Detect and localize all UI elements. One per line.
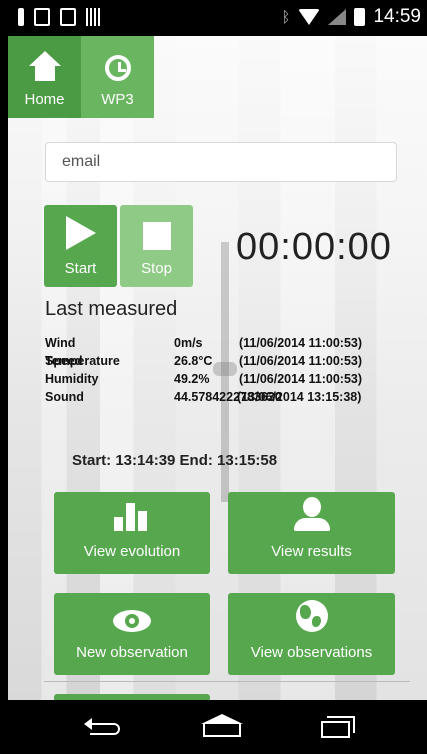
clipboard-icon xyxy=(60,8,76,26)
session-times: Start: 13:14:39 End: 13:15:58 xyxy=(72,452,278,469)
eye-icon xyxy=(113,610,151,632)
stop-icon xyxy=(142,222,171,250)
divider xyxy=(44,681,410,682)
app-screen: Home WP3 Start Stop 00:00:00 Last measur… xyxy=(8,36,427,700)
bar-chart-icon xyxy=(114,503,150,531)
notification-icons xyxy=(18,8,100,26)
view-evolution-label: View evolution xyxy=(83,543,181,560)
reading-timestamp: (13/06/2014 13:15:38) xyxy=(237,390,362,404)
tab-wp3[interactable]: WP3 xyxy=(81,36,154,118)
user-icon xyxy=(293,497,330,531)
new-observation-label: New observation xyxy=(76,644,188,661)
tab-home[interactable]: Home xyxy=(8,36,81,118)
reading-timestamp: (11/06/2014 11:00:53) xyxy=(239,354,363,368)
barcode-icon xyxy=(86,8,100,26)
globe-icon xyxy=(295,600,328,632)
reading-label: Humidity xyxy=(45,372,99,386)
system-icons: ᛒ 14:59 xyxy=(281,6,421,28)
battery-charging-icon xyxy=(354,8,366,26)
start-button[interactable]: Start xyxy=(44,205,117,287)
view-results-label: View results xyxy=(271,543,352,560)
reading-timestamp: (11/06/2014 11:00:53) xyxy=(239,372,363,386)
view-results-button[interactable]: View results xyxy=(228,492,395,574)
home-icon xyxy=(28,51,62,81)
reading-value: 0m/s xyxy=(174,336,203,350)
start-label: Start xyxy=(64,260,97,277)
play-icon xyxy=(65,216,96,250)
tab-bar: Home WP3 xyxy=(8,36,154,118)
view-evolution-button[interactable]: View evolution xyxy=(54,492,210,574)
clock-time: 14:59 xyxy=(373,6,421,27)
tab-home-label: Home xyxy=(24,91,65,108)
last-measured-title: Last measured xyxy=(45,298,178,320)
stop-label: Stop xyxy=(141,260,172,277)
bluetooth-icon: ᛒ xyxy=(281,8,291,26)
tab-wp3-label: WP3 xyxy=(101,91,134,108)
timer-display: 00:00:00 xyxy=(236,226,392,268)
navigation-bar xyxy=(8,700,427,754)
clock-icon xyxy=(104,55,131,81)
signal-icon xyxy=(328,9,347,25)
clipboard-check-icon xyxy=(34,8,50,26)
reading-label: Sound xyxy=(45,390,84,404)
view-observations-label: View observations xyxy=(250,644,373,661)
reading-value: 49.2% xyxy=(174,372,210,386)
email-input[interactable] xyxy=(45,142,397,182)
wifi-icon xyxy=(298,9,321,25)
home-nav-icon[interactable] xyxy=(201,714,243,738)
recent-apps-icon[interactable] xyxy=(321,716,357,738)
new-observation-button[interactable]: New observation xyxy=(54,593,210,675)
view-observations-button[interactable]: View observations xyxy=(228,593,395,675)
reading-timestamp: (11/06/2014 11:00:53) xyxy=(239,336,363,350)
stop-button[interactable]: Stop xyxy=(120,205,193,287)
back-icon[interactable] xyxy=(84,717,124,737)
usb-debug-icon xyxy=(18,8,24,26)
status-bar: ᛒ 14:59 xyxy=(8,0,427,36)
reading-label: Temperature xyxy=(45,354,120,368)
reading-value: 26.8°C xyxy=(174,354,213,368)
